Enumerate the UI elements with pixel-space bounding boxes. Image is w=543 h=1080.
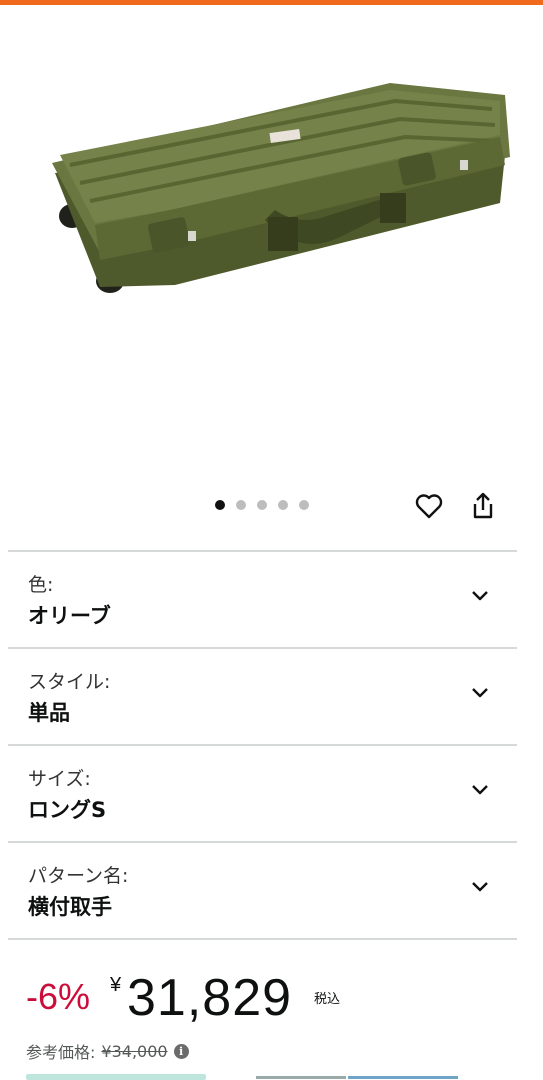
reference-price-value: ¥34,000 (101, 1041, 168, 1061)
option-label: スタイル: (28, 671, 111, 693)
option-color[interactable]: 色: オリーブ (8, 552, 517, 649)
option-style[interactable]: スタイル: 単品 (8, 649, 517, 746)
tax-label: 税込 (314, 992, 341, 1007)
carousel-dot[interactable] (236, 500, 246, 510)
chevron-down-icon[interactable] (469, 681, 491, 703)
product-image[interactable] (0, 5, 543, 475)
share-icon[interactable] (466, 489, 500, 523)
variant-options: 色: オリーブ スタイル: 単品 サイズ: ロングS パターン名: 横付取手 (8, 550, 517, 940)
option-value: 横付取手 (28, 895, 112, 919)
heart-icon[interactable] (412, 489, 446, 523)
chevron-down-icon[interactable] (469, 875, 491, 897)
option-label: 色: (28, 574, 54, 596)
info-icon[interactable]: i (173, 1043, 189, 1059)
option-value: 単品 (28, 701, 70, 725)
reference-price-label: 参考価格: (26, 1043, 96, 1062)
price-value: 31,829 (127, 969, 293, 1027)
carousel-dot[interactable] (278, 500, 288, 510)
carousel-dot[interactable] (299, 500, 309, 510)
option-pattern[interactable]: パターン名: 横付取手 (8, 843, 517, 940)
chevron-down-icon[interactable] (469, 584, 491, 606)
olive-case-illustration (52, 83, 510, 293)
partial-link[interactable] (348, 1076, 458, 1079)
chevron-down-icon[interactable] (469, 778, 491, 800)
discount-percent: -6% (26, 976, 91, 1017)
image-carousel-dots[interactable] (215, 500, 309, 510)
carousel-dot[interactable] (257, 500, 267, 510)
cut-off-content (0, 1074, 543, 1080)
coupon-badge-partial (26, 1074, 206, 1080)
partial-text (256, 1076, 346, 1079)
currency-symbol: ¥ (110, 974, 122, 996)
option-value: オリーブ (28, 604, 111, 628)
option-size[interactable]: サイズ: ロングS (8, 746, 517, 843)
option-value: ロングS (28, 798, 107, 822)
option-label: パターン名: (28, 865, 129, 887)
option-label: サイズ: (28, 768, 91, 790)
carousel-dot[interactable] (215, 500, 225, 510)
reference-price-row: 参考価格: ¥34,000 i (26, 1040, 189, 1062)
